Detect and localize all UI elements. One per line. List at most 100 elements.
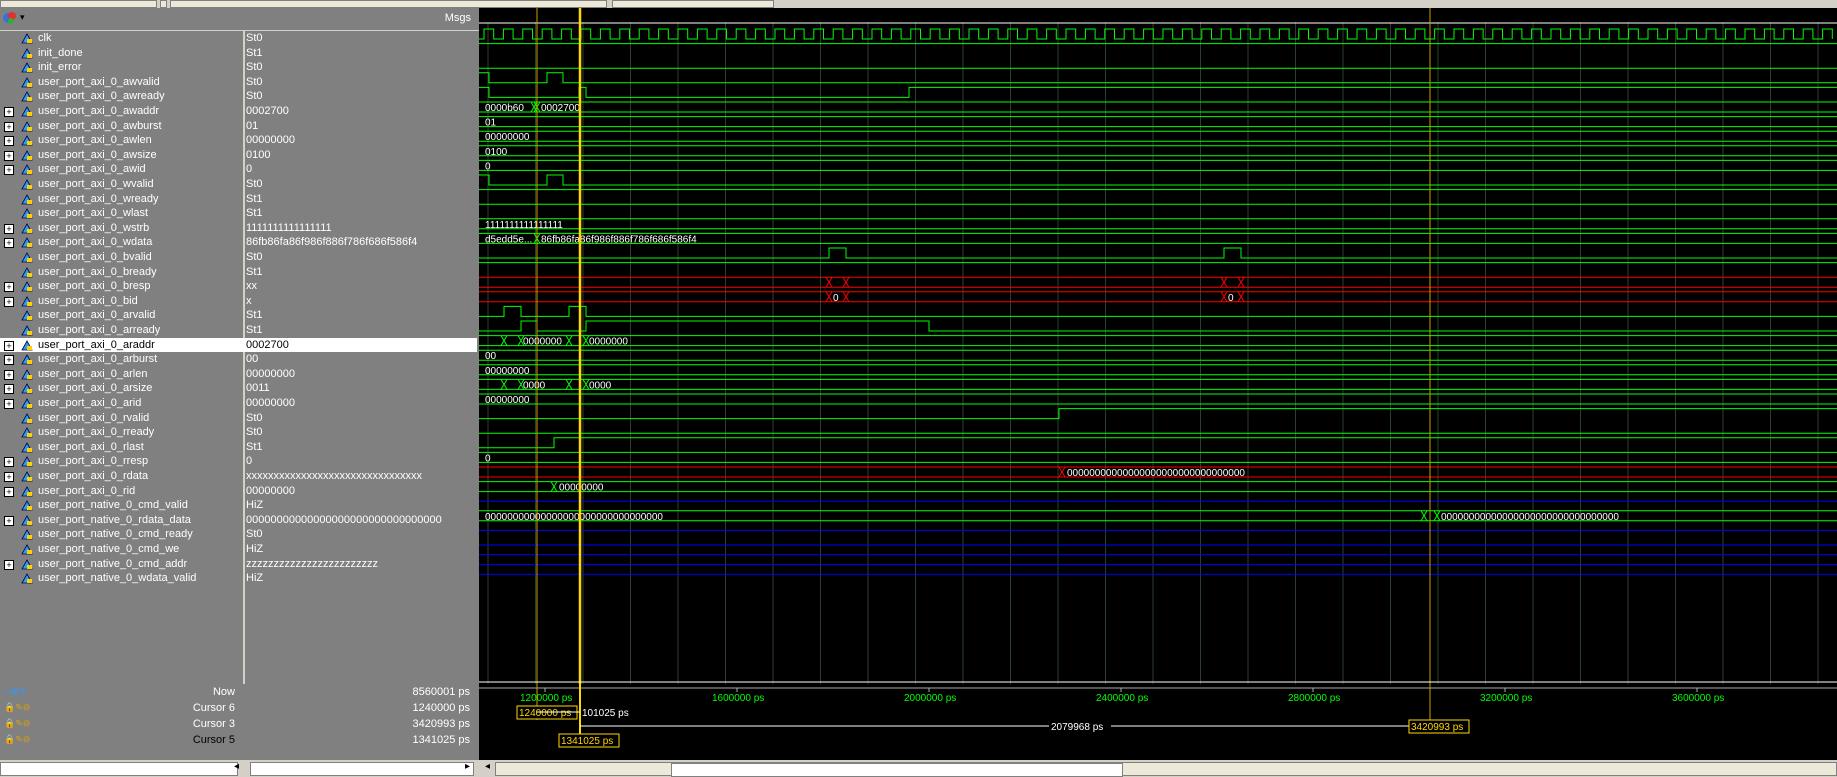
expand-icon[interactable]: + — [4, 238, 14, 249]
signal-value: St0 — [246, 75, 263, 88]
signal-row[interactable]: + user_port_native_0_cmd_addr zzzzzzzzzzzz… — [0, 557, 477, 572]
signal-row[interactable]: + user_port_axi_0_wdata 86fb86fa86f986f886… — [0, 235, 477, 250]
signal-icon — [21, 237, 33, 248]
signal-row[interactable]: user_port_axi_0_wlast St1 — [0, 206, 477, 221]
signal-row[interactable]: + user_port_axi_0_awlen 00000000 — [0, 133, 477, 148]
expand-icon[interactable]: + — [4, 486, 14, 497]
modelsim-logo-icon[interactable] — [2, 10, 18, 26]
signal-row[interactable]: + user_port_axi_0_bid x — [0, 294, 477, 309]
signal-row[interactable]: + user_port_axi_0_arsize 0011 — [0, 381, 477, 396]
toolbar-field-4[interactable] — [612, 0, 774, 8]
signal-row[interactable]: + user_port_axi_0_wstrb 1111111111111111 — [0, 221, 477, 236]
expand-icon[interactable]: + — [4, 384, 14, 395]
signal-row[interactable]: user_port_native_0_cmd_we HiZ — [0, 542, 477, 557]
signal-row[interactable]: + user_port_axi_0_rdata xxxxxxxxxxxxxxxxxx… — [0, 469, 477, 484]
timeline-tick-label: 2000000 ps — [904, 693, 956, 704]
cursor-lock-icon[interactable]: ◇▣⊕ — [4, 686, 27, 697]
signal-row[interactable]: user_port_axi_0_rlast St1 — [0, 440, 477, 455]
cursor-timeline[interactable]: 1200000 ps 1600000 ps 2000000 ps 2400000 ps… — [479, 684, 1837, 760]
expand-icon[interactable]: + — [4, 150, 14, 161]
wave-scroll-left-icon[interactable]: ◂ — [485, 761, 490, 772]
names-scrollbar[interactable] — [0, 762, 238, 776]
signal-row[interactable]: user_port_axi_0_rvalid St0 — [0, 411, 477, 426]
signal-row[interactable]: + user_port_axi_0_bresp xx — [0, 279, 477, 294]
cursor-lock-icon[interactable]: 🔒✎⊖ — [4, 734, 30, 745]
waveform-canvas[interactable]: 0000b60 000270001000000000100011111111111… — [479, 8, 1837, 684]
signal-row[interactable]: user_port_axi_0_wvalid St0 — [0, 177, 477, 192]
signal-name: user_port_axi_0_wlast — [38, 207, 149, 220]
expand-icon[interactable]: + — [4, 472, 14, 482]
signal-row[interactable]: user_port_native_0_cmd_valid HiZ — [0, 498, 477, 513]
signal-row[interactable]: init_error St0 — [0, 60, 477, 75]
toolbar-field-1[interactable] — [0, 0, 157, 8]
bus-value-label: 0 — [485, 453, 491, 464]
signal-row[interactable]: init_done St1 — [0, 46, 477, 61]
signal-row[interactable]: + user_port_axi_0_arid 00000000 — [0, 396, 477, 411]
signal-row[interactable]: + user_port_axi_0_awid 0 — [0, 162, 477, 177]
signal-name: user_port_axi_0_arlen — [38, 367, 148, 380]
signal-row[interactable]: user_port_axi_0_arvalid St1 — [0, 308, 477, 323]
wave-scrollbar[interactable] — [495, 762, 1837, 777]
bus-transition — [500, 335, 508, 346]
expand-icon[interactable]: + — [4, 559, 14, 570]
signal-row[interactable]: clk St0 — [0, 31, 477, 46]
expand-icon[interactable]: + — [4, 515, 14, 526]
signal-icon — [21, 514, 33, 526]
cursor-6-label: 1240000 ps — [519, 708, 571, 719]
signal-row[interactable]: + user_port_axi_0_awsize 0100 — [0, 148, 477, 163]
toolbar-field-3[interactable] — [170, 0, 607, 8]
signal-row[interactable]: + user_port_axi_0_araddr 0002700 — [0, 337, 477, 353]
chevron-down-icon[interactable]: ▾ — [20, 12, 25, 23]
scroll-right-icon[interactable]: ▸ — [465, 761, 470, 772]
expand-icon[interactable]: + — [4, 369, 14, 380]
expand-icon[interactable]: + — [4, 399, 14, 409]
expand-icon[interactable]: + — [4, 282, 14, 293]
expand-icon[interactable]: + — [4, 121, 14, 132]
signal-value: St0 — [246, 61, 263, 74]
signal-icon — [21, 558, 33, 569]
signal-icon — [21, 106, 33, 117]
expand-icon[interactable]: + — [4, 165, 14, 176]
signal-row[interactable]: user_port_native_0_wdata_valid HiZ — [0, 571, 477, 586]
toolbar-field-2[interactable] — [160, 0, 167, 8]
signal-row[interactable]: + user_port_axi_0_rid 00000000 — [0, 484, 477, 499]
signal-icon — [21, 62, 33, 73]
signal-row[interactable]: + user_port_native_0_rdata_data 0000000000… — [0, 513, 477, 528]
wave-header: ▾ Msgs — [0, 8, 479, 31]
signal-row[interactable]: user_port_axi_0_bvalid St0 — [0, 250, 477, 265]
wave-scrollbar-thumb[interactable] — [671, 763, 1123, 777]
cursor-lock-icon[interactable]: 🔒✎⊖ — [4, 718, 30, 729]
signal-value: x — [246, 294, 252, 307]
signal-name: user_port_axi_0_bready — [38, 265, 157, 278]
signal-row[interactable]: user_port_axi_0_rready St0 — [0, 425, 477, 440]
scroll-left-icon[interactable]: ◂ — [234, 761, 239, 772]
signal-row[interactable]: user_port_axi_0_wready St1 — [0, 192, 477, 207]
signal-row[interactable]: + user_port_axi_0_rresp 0 — [0, 454, 477, 469]
signal-name: user_port_axi_0_rlast — [38, 440, 144, 453]
signal-name: user_port_axi_0_arvalid — [38, 309, 156, 322]
expand-icon[interactable]: + — [4, 107, 14, 117]
expand-icon[interactable]: + — [4, 355, 14, 366]
signal-row[interactable]: user_port_axi_0_awvalid St0 — [0, 75, 477, 90]
signal-row[interactable]: user_port_axi_0_awready St0 — [0, 89, 477, 104]
expand-icon[interactable]: + — [4, 296, 14, 307]
expand-icon[interactable]: + — [4, 457, 14, 468]
expand-icon[interactable]: + — [4, 136, 14, 147]
values-scrollbar[interactable] — [250, 762, 474, 776]
cursor-lock-icon[interactable]: 🔒✎⊖ — [4, 702, 30, 713]
bus-value-label: 00000000 — [559, 483, 604, 494]
signal-row[interactable]: + user_port_axi_0_arburst 00 — [0, 352, 477, 367]
bus-transition — [842, 291, 850, 303]
expand-icon[interactable]: + — [4, 340, 14, 351]
signal-row[interactable]: user_port_native_0_cmd_ready St0 — [0, 527, 477, 542]
signal-icon — [21, 325, 33, 336]
signal-name: user_port_axi_0_rresp — [38, 455, 149, 468]
signal-row[interactable]: + user_port_axi_0_awburst 01 — [0, 119, 477, 134]
signal-row[interactable]: user_port_axi_0_bready St1 — [0, 265, 477, 280]
signal-row[interactable]: + user_port_axi_0_arlen 00000000 — [0, 367, 477, 382]
signal-row[interactable]: user_port_axi_0_arready St1 — [0, 323, 477, 338]
expand-icon[interactable]: + — [4, 223, 14, 234]
bus-transition — [825, 276, 833, 288]
signal-row[interactable]: + user_port_axi_0_awaddr 0002700 — [0, 104, 477, 119]
signal-value: St0 — [246, 178, 263, 190]
